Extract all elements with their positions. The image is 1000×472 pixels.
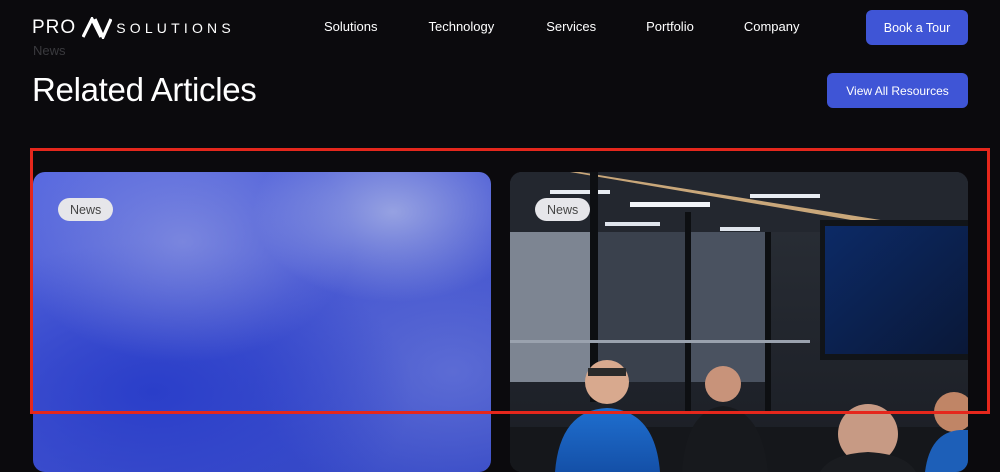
nav-company[interactable]: Company xyxy=(744,19,800,34)
section-title: Related Articles xyxy=(32,71,257,108)
av-logo-icon xyxy=(82,17,113,39)
logo-prefix: PRO xyxy=(32,17,77,38)
nav-portfolio[interactable]: Portfolio xyxy=(646,19,694,34)
article-card-1[interactable]: News xyxy=(33,172,491,472)
article-card-2[interactable]: News xyxy=(510,172,968,472)
logo[interactable]: PRO SOLUTIONS xyxy=(32,16,235,40)
article-tag: News xyxy=(58,198,114,221)
nav-services[interactable]: Services xyxy=(546,19,596,34)
view-all-resources-button[interactable]: View All Resources xyxy=(827,73,968,108)
section-eyebrow: News xyxy=(33,44,66,56)
nav-solutions[interactable]: Solutions xyxy=(324,19,377,34)
article-tag: News xyxy=(535,198,591,221)
book-tour-button[interactable]: Book a Tour xyxy=(866,10,968,45)
main-nav: Solutions Technology Services Portfolio … xyxy=(324,19,799,34)
nav-technology[interactable]: Technology xyxy=(428,19,494,34)
logo-suffix: SOLUTIONS xyxy=(116,20,235,36)
